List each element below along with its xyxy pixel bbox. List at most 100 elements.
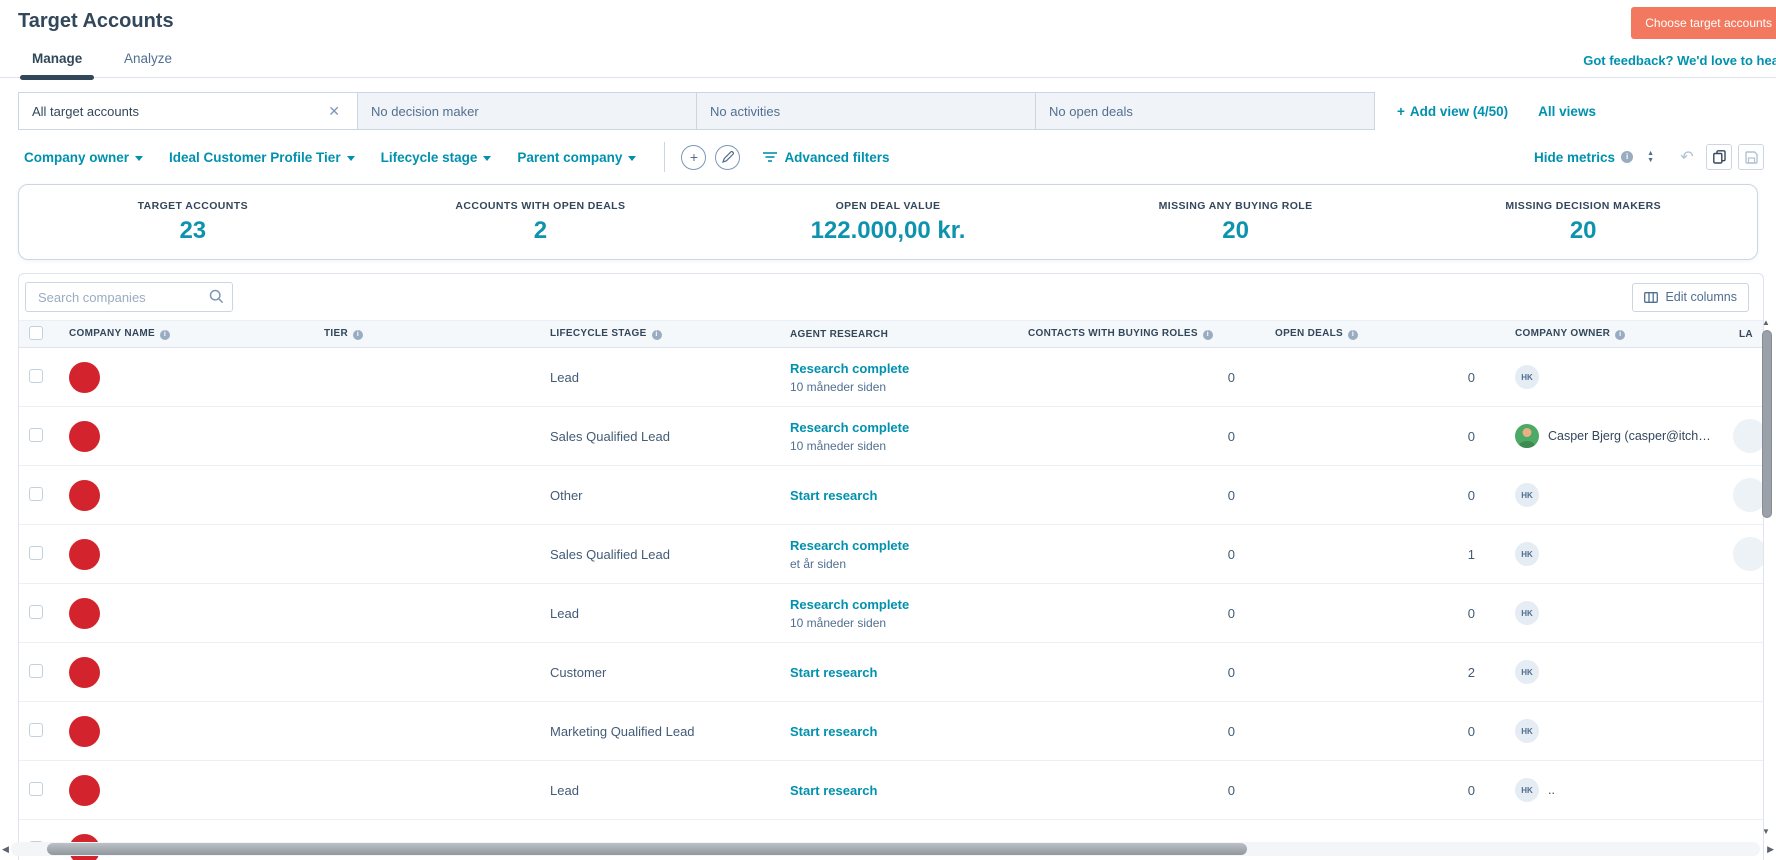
vertical-scrollbar-thumb[interactable]	[1762, 330, 1772, 518]
scroll-down-arrow-icon[interactable]: ▼	[1762, 827, 1770, 836]
edit-filters-button[interactable]	[715, 145, 740, 170]
agent-research-link[interactable]: Research complete	[790, 597, 1024, 612]
columns-icon	[1644, 292, 1658, 303]
choose-target-accounts-button[interactable]: Choose target accounts	[1631, 7, 1776, 39]
owner-avatar	[1515, 424, 1539, 448]
main-tabs: Manage Analyze Got feedback? We'd love t…	[0, 40, 1776, 78]
company-logo[interactable]	[69, 598, 100, 629]
filter-parent-company[interactable]: Parent company	[517, 150, 636, 165]
table-row[interactable]: Marketing Qualified Lead Start research …	[19, 702, 1764, 761]
close-icon[interactable]: ✕	[324, 102, 344, 120]
row-checkbox[interactable]	[29, 664, 43, 678]
advanced-filters-button[interactable]: Advanced filters	[763, 150, 889, 165]
scroll-left-arrow-icon[interactable]: ◀	[2, 844, 9, 855]
company-logo[interactable]	[69, 716, 100, 747]
undo-button[interactable]: ↶	[1674, 144, 1700, 170]
chevron-down-icon	[628, 156, 636, 161]
tab-analyze[interactable]: Analyze	[110, 40, 186, 77]
info-icon[interactable]: i	[160, 330, 170, 340]
row-checkbox[interactable]	[29, 428, 43, 442]
owner-name: Casper Bjerg (casper@itchmar...	[1548, 429, 1715, 443]
horizontal-scrollbar-thumb[interactable]	[47, 843, 1247, 855]
column-header-truncated[interactable]: LA	[1715, 321, 1764, 348]
vertical-scrollbar[interactable]: ▲ ▼	[1761, 318, 1773, 836]
column-header-agent-research[interactable]: AGENT RESEARCH	[786, 321, 1024, 348]
row-checkbox[interactable]	[29, 782, 43, 796]
company-logo[interactable]	[69, 362, 100, 393]
scroll-up-arrow-icon[interactable]: ▲	[1762, 318, 1770, 327]
table-row[interactable]: Lead Research complete 10 måneder siden …	[19, 584, 1764, 643]
info-icon[interactable]: i	[353, 330, 363, 340]
row-checkbox[interactable]	[29, 723, 43, 737]
column-header-contacts-with-buying-roles[interactable]: CONTACTS WITH BUYING ROLESi	[1024, 321, 1249, 348]
table-row[interactable]: Sales Qualified Lead Research complete 1…	[19, 407, 1764, 466]
info-icon[interactable]: i	[1621, 151, 1633, 163]
column-header-company-owner[interactable]: COMPANY OWNERi	[1499, 321, 1715, 348]
owner-avatar: HK	[1515, 542, 1539, 566]
info-icon[interactable]: i	[652, 330, 662, 340]
company-logo[interactable]	[69, 480, 100, 511]
company-logo[interactable]	[69, 775, 100, 806]
add-view-link[interactable]: +Add view (4/50)	[1397, 104, 1508, 119]
metric-target-accounts: TARGET ACCOUNTS 23	[19, 200, 367, 245]
search-input[interactable]	[25, 282, 233, 312]
view-tab-label: No open deals	[1049, 104, 1133, 119]
row-checkbox[interactable]	[29, 487, 43, 501]
table-row[interactable]: Lead Start research 0 0 HK..	[19, 761, 1764, 820]
filter-lines-icon	[763, 151, 777, 163]
row-checkbox[interactable]	[29, 605, 43, 619]
company-logo[interactable]	[69, 657, 100, 688]
save-view-button[interactable]	[1738, 144, 1764, 170]
table-row[interactable]: Sales Qualified Lead Research complete e…	[19, 525, 1764, 584]
view-tab-all-target-accounts[interactable]: All target accounts ✕	[18, 92, 358, 130]
add-filter-button[interactable]: +	[681, 145, 706, 170]
company-logo[interactable]	[69, 421, 100, 452]
column-header-company-name[interactable]: COMPANY NAMEi	[59, 321, 314, 348]
column-header-tier[interactable]: TIERi	[314, 321, 544, 348]
agent-research-link[interactable]: Research complete	[790, 538, 1024, 553]
horizontal-scrollbar-track[interactable]	[11, 842, 1760, 856]
filter-ideal-customer-profile-tier[interactable]: Ideal Customer Profile Tier	[169, 150, 355, 165]
row-checkbox[interactable]	[29, 369, 43, 383]
info-icon[interactable]: i	[1203, 330, 1213, 340]
scroll-right-arrow-icon[interactable]: ▶	[1767, 844, 1774, 855]
table-row[interactable]: Customer Start research 0 2 HK	[19, 643, 1764, 702]
hidden-column-placeholder	[1733, 537, 1764, 571]
lifecycle-stage-value: Other	[550, 488, 583, 503]
info-icon[interactable]: i	[1348, 330, 1358, 340]
page-title: Target Accounts	[18, 10, 174, 33]
lifecycle-stage-value: Lead	[550, 783, 579, 798]
collapse-metrics-control[interactable]: ▲▼	[1647, 150, 1654, 164]
edit-columns-button[interactable]: Edit columns	[1632, 283, 1749, 312]
feedback-link[interactable]: Got feedback? We'd love to hear	[1583, 53, 1776, 68]
select-all-checkbox[interactable]	[29, 326, 43, 340]
tab-manage[interactable]: Manage	[18, 40, 96, 77]
clone-view-button[interactable]	[1706, 144, 1732, 170]
table-row[interactable]: Lead Research complete 10 måneder siden …	[19, 348, 1764, 407]
column-header-open-deals[interactable]: OPEN DEALSi	[1249, 321, 1499, 348]
lifecycle-stage-value: Lead	[550, 370, 579, 385]
horizontal-scrollbar[interactable]: ◀	[2, 840, 1760, 858]
agent-research-link[interactable]: Start research	[790, 724, 1024, 739]
table-row[interactable]: Other Start research 0 0 HK	[19, 466, 1764, 525]
agent-research-link[interactable]: Start research	[790, 488, 1024, 503]
open-deals-count: 2	[1468, 665, 1475, 680]
owner-avatar: HK	[1515, 778, 1539, 802]
company-logo[interactable]	[69, 539, 100, 570]
view-tab-no-activities[interactable]: No activities	[696, 92, 1036, 130]
agent-research-link[interactable]: Start research	[790, 783, 1024, 798]
column-header-lifecycle-stage[interactable]: LIFECYCLE STAGEi	[544, 321, 786, 348]
agent-research-link[interactable]: Research complete	[790, 420, 1024, 435]
info-icon[interactable]: i	[1615, 330, 1625, 340]
row-checkbox[interactable]	[29, 546, 43, 560]
view-tab-label: No activities	[710, 104, 780, 119]
metric-label: TARGET ACCOUNTS	[19, 200, 367, 212]
view-tab-no-decision-maker[interactable]: No decision maker	[357, 92, 697, 130]
view-tab-no-open-deals[interactable]: No open deals	[1035, 92, 1375, 130]
all-views-link[interactable]: All views	[1538, 104, 1596, 119]
filter-company-owner[interactable]: Company owner	[24, 150, 143, 165]
agent-research-link[interactable]: Start research	[790, 665, 1024, 680]
hide-metrics-toggle[interactable]: Hide metrics	[1534, 150, 1615, 165]
filter-lifecycle-stage[interactable]: Lifecycle stage	[381, 150, 492, 165]
agent-research-link[interactable]: Research complete	[790, 361, 1024, 376]
